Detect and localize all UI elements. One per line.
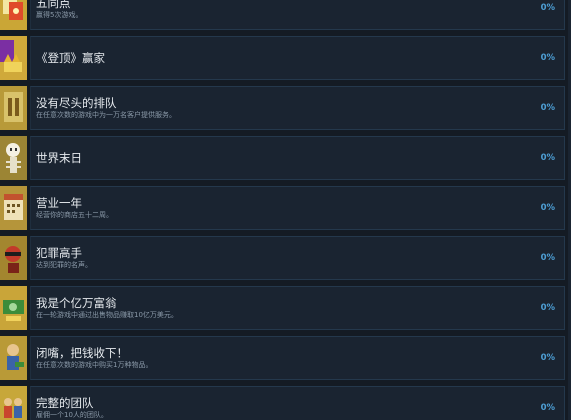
achievement-desc: 在任意次数的游戏中为一万名客户提供服务。 — [36, 111, 176, 119]
achievement-icon-take-money — [0, 336, 27, 380]
achievement-title: 我是个亿万富翁 — [36, 296, 117, 310]
achievement-panel: 《登顶》赢家 0% — [30, 36, 565, 80]
achievement-list: 五同点 赢得5次游戏。 0% 《登顶》赢家 0% 没有尽头的排队 在任意次数的游… — [0, 0, 571, 420]
achievement-percent: 0% — [540, 403, 555, 413]
achievement-texts: 营业一年 经营你的商店五十二周。 — [31, 196, 564, 220]
achievement-icon-billionaire — [0, 286, 27, 330]
achievement-panel: 完整的团队 雇佣一个10人的团队。 0% — [30, 386, 565, 420]
achievement-desc: 经营你的商店五十二周。 — [36, 211, 113, 219]
achievement-title: 闭嘴，把钱收下！ — [36, 346, 128, 360]
achievement-icon-one-year — [0, 186, 27, 230]
achievement-icon-crime-master — [0, 236, 27, 280]
achievement-title: 完整的团队 — [36, 396, 94, 410]
achievement-icon-top-winner — [0, 36, 27, 80]
achievement-texts: 闭嘴，把钱收下！ 在任意次数的游戏中购买1万种物品。 — [31, 346, 564, 370]
achievement-row: 世界末日 0% — [0, 136, 571, 180]
achievement-percent: 0% — [540, 253, 555, 263]
achievement-icon-skeleton — [0, 136, 27, 180]
achievement-percent: 0% — [540, 303, 555, 313]
achievement-desc: 赢得5次游戏。 — [36, 11, 83, 19]
achievement-texts: 《登顶》赢家 — [31, 51, 564, 65]
achievement-title: 犯罪高手 — [36, 246, 82, 260]
achievement-icon-five-of-a-kind — [0, 0, 27, 30]
achievement-title: 《登顶》赢家 — [36, 51, 105, 65]
achievement-percent: 0% — [540, 3, 555, 13]
achievement-panel: 世界末日 0% — [30, 136, 565, 180]
achievement-desc: 在任意次数的游戏中购买1万种物品。 — [36, 361, 153, 369]
achievement-icon-endless-queue — [0, 86, 27, 130]
achievement-texts: 完整的团队 雇佣一个10人的团队。 — [31, 396, 564, 420]
achievement-percent: 0% — [540, 53, 555, 63]
achievement-panel: 闭嘴，把钱收下！ 在任意次数的游戏中购买1万种物品。 0% — [30, 336, 565, 380]
achievement-percent: 0% — [540, 153, 555, 163]
achievement-row: 闭嘴，把钱收下！ 在任意次数的游戏中购买1万种物品。 0% — [0, 336, 571, 380]
achievement-panel: 营业一年 经营你的商店五十二周。 0% — [30, 186, 565, 230]
achievement-title: 营业一年 — [36, 196, 82, 210]
achievement-desc: 达到犯罪的名声。 — [36, 261, 92, 269]
achievements-page: 五同点 赢得5次游戏。 0% 《登顶》赢家 0% 没有尽头的排队 在任意次数的游… — [0, 0, 571, 420]
achievement-row: 我是个亿万富翁 在一轮游戏中通过出售物品赚取10亿万美元。 0% — [0, 286, 571, 330]
achievement-title: 五同点 — [36, 0, 71, 10]
achievement-texts: 五同点 赢得5次游戏。 — [31, 0, 564, 20]
achievement-panel: 五同点 赢得5次游戏。 0% — [30, 0, 565, 30]
achievement-percent: 0% — [540, 203, 555, 213]
achievement-texts: 犯罪高手 达到犯罪的名声。 — [31, 246, 564, 270]
achievement-row: 《登顶》赢家 0% — [0, 36, 571, 80]
achievement-row: 犯罪高手 达到犯罪的名声。 0% — [0, 236, 571, 280]
achievement-desc: 在一轮游戏中通过出售物品赚取10亿万美元。 — [36, 311, 178, 319]
achievement-icon-full-team — [0, 386, 27, 420]
achievement-row: 五同点 赢得5次游戏。 0% — [0, 0, 571, 30]
achievement-desc: 雇佣一个10人的团队。 — [36, 411, 108, 419]
achievement-percent: 0% — [540, 103, 555, 113]
achievement-row: 没有尽头的排队 在任意次数的游戏中为一万名客户提供服务。 0% — [0, 86, 571, 130]
achievement-panel: 没有尽头的排队 在任意次数的游戏中为一万名客户提供服务。 0% — [30, 86, 565, 130]
achievement-texts: 没有尽头的排队 在任意次数的游戏中为一万名客户提供服务。 — [31, 96, 564, 120]
achievement-panel: 犯罪高手 达到犯罪的名声。 0% — [30, 236, 565, 280]
achievement-row: 营业一年 经营你的商店五十二周。 0% — [0, 186, 571, 230]
achievement-texts: 我是个亿万富翁 在一轮游戏中通过出售物品赚取10亿万美元。 — [31, 296, 564, 320]
achievement-title: 没有尽头的排队 — [36, 96, 117, 110]
achievement-title: 世界末日 — [36, 151, 82, 165]
achievement-percent: 0% — [540, 353, 555, 363]
achievement-panel: 我是个亿万富翁 在一轮游戏中通过出售物品赚取10亿万美元。 0% — [30, 286, 565, 330]
achievement-texts: 世界末日 — [31, 151, 564, 165]
achievement-row: 完整的团队 雇佣一个10人的团队。 0% — [0, 386, 571, 420]
